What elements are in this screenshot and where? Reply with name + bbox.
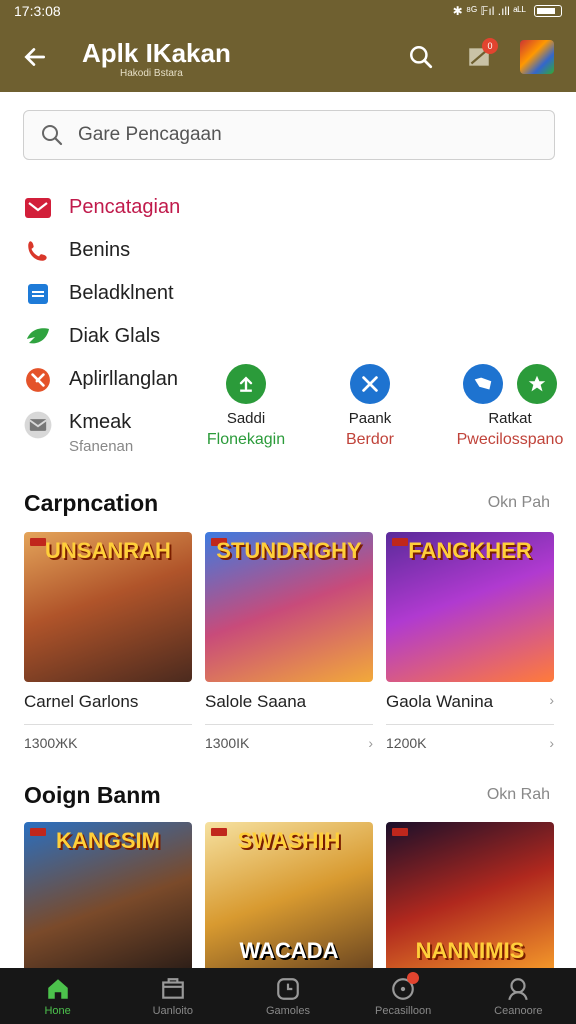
notification-badge: 0 <box>482 38 498 54</box>
profile-icon <box>508 977 529 1000</box>
game-cover-image: NANNIMIS <box>386 822 554 972</box>
menu-item-label: Benins <box>69 239 131 261</box>
nav-home[interactable]: Hone <box>8 976 108 1017</box>
cover-title: NANNIMIS <box>415 938 525 963</box>
menu-item-label: Pencatagian <box>69 196 181 218</box>
section-title: Carpncation <box>24 490 159 516</box>
home-icon <box>47 978 68 999</box>
search-button[interactable] <box>404 40 438 74</box>
battery-icon <box>534 5 562 17</box>
back-button[interactable] <box>18 40 52 74</box>
menu-item-benins[interactable]: Benins <box>24 229 284 272</box>
cover-title: KANGSIM <box>56 828 160 853</box>
see-more-link[interactable]: Okn Rah <box>487 786 550 804</box>
menu-item-label: Diak Glals <box>69 325 161 347</box>
quick-action-ratkat[interactable]: Ratkat Pwecilosspano <box>446 364 574 449</box>
game-card[interactable]: SWASHIH WACADA <box>205 822 373 972</box>
game-cover-image: STUNDRIGHY <box>205 532 373 682</box>
nav-gamoles[interactable]: Gamoles <box>238 976 338 1017</box>
nav-ceanoore[interactable]: Ceanoore <box>468 976 568 1017</box>
folder-icon <box>463 364 503 404</box>
status-icons: ✱ ⁸ᴳ 𝔽ıl .ıll ᵃᴸᴸ <box>452 4 526 18</box>
quick-action-label: Ratkat <box>488 410 532 427</box>
game-name: Salole Saana <box>205 692 307 711</box>
page-subtitle: Hakodi Bstara <box>120 68 183 79</box>
cover-subtitle: WACADA <box>239 938 339 963</box>
cover-title: SWASHIH <box>237 828 341 853</box>
quick-action-label: Paank <box>348 410 392 427</box>
shuffle-icon <box>350 364 390 404</box>
game-name: Carnel Garlons <box>24 692 139 711</box>
search-bar[interactable] <box>23 110 555 160</box>
game-cover-image: SWASHIH WACADA <box>205 822 373 972</box>
chevron-right-icon: › <box>549 692 554 708</box>
nav-label: Pecasilloon <box>375 1004 432 1017</box>
status-bar: 17:3:08 ✱ ⁸ᴳ 𝔽ıl .ıll ᵃᴸᴸ <box>0 0 576 22</box>
menu-item-pencatagian[interactable]: Pencatagian <box>24 186 284 229</box>
menu-item-beladklnent[interactable]: Beladklnent <box>24 272 284 315</box>
search-icon <box>410 46 433 69</box>
game-cover-image: KANGSIM <box>24 822 192 972</box>
bottom-navigation: Hone Uanloito Gamoles Pecasilloon Ceanoo… <box>0 968 576 1024</box>
game-name: Gaola Wanina <box>386 692 494 711</box>
nav-label: Hone <box>44 1004 71 1017</box>
quick-action-sublabel: Flonekagin <box>206 431 286 448</box>
search-input[interactable] <box>78 124 498 146</box>
compass-icon <box>24 366 52 394</box>
app-bar: Aplk IKakan Hakodi Bstara 0 <box>0 22 576 92</box>
cover-title: FANGKHER <box>408 538 532 563</box>
menu-item-sublabel: Sfanenan <box>69 438 134 455</box>
nav-label: Uanloito <box>152 1004 193 1017</box>
menu-item-label: Kmeak <box>69 411 132 433</box>
cover-title: UNSANRAH <box>45 538 171 563</box>
menu-item-label: Aplirllanglan <box>69 368 178 390</box>
game-downloads: 1300ЖK <box>24 735 78 751</box>
page-title: Aplk IKakan <box>82 38 231 68</box>
envelope-icon <box>24 411 52 439</box>
see-more-link[interactable]: Okn Pah <box>488 494 550 512</box>
arrow-left-icon <box>24 48 46 66</box>
profile-avatar-button[interactable] <box>520 40 554 74</box>
quick-action-paank[interactable]: Paank Berdor <box>320 364 420 449</box>
menu-item-diak-glals[interactable]: Diak Glals <box>24 315 284 358</box>
game-cover-image: FANGKHER <box>386 532 554 682</box>
nav-pecasilloon[interactable]: Pecasilloon <box>353 971 453 1017</box>
game-downloads: 1300IK <box>205 735 250 751</box>
game-card[interactable]: NANNIMIS <box>386 822 554 972</box>
notification-dot <box>407 971 420 984</box>
game-downloads: 1200K <box>386 735 427 751</box>
quick-action-sublabel: Pwecilosspano <box>456 431 564 448</box>
upload-icon <box>226 364 266 404</box>
nav-uanloito[interactable]: Uanloito <box>123 976 223 1017</box>
nav-label: Ceanoore <box>494 1004 543 1017</box>
chevron-right-icon: › <box>549 735 554 751</box>
search-icon <box>42 125 63 146</box>
phone-icon <box>24 237 52 265</box>
avatar <box>520 40 554 74</box>
card-icon <box>24 280 52 308</box>
status-time: 17:3:08 <box>14 3 61 19</box>
game-card[interactable]: UNSANRAH Carnel Garlons 1300ЖK <box>24 532 192 751</box>
clock-icon <box>277 977 299 1000</box>
game-card[interactable]: STUNDRIGHY Salole Saana 1300IK › <box>205 532 373 751</box>
quick-action-saddi[interactable]: Saddi Flonekagin <box>196 364 296 449</box>
menu-item-label: Beladklnent <box>69 282 174 304</box>
quick-action-sublabel: Berdor <box>345 431 395 448</box>
cover-title: STUNDRIGHY <box>216 538 362 563</box>
chevron-right-icon: › <box>368 735 373 751</box>
quick-action-label: Saddi <box>226 410 266 427</box>
game-cover-image: UNSANRAH <box>24 532 192 682</box>
cover-tag <box>392 828 408 836</box>
section-title: Ooign Banm <box>24 782 161 808</box>
nav-label: Gamoles <box>265 1004 310 1017</box>
game-card[interactable]: KANGSIM <box>24 822 192 972</box>
leaf-icon <box>24 323 52 351</box>
store-icon <box>161 977 184 999</box>
star-icon <box>517 364 557 404</box>
notifications-button[interactable]: 0 <box>462 38 498 74</box>
mail-icon <box>24 194 52 222</box>
game-card[interactable]: FANGKHER Gaola Wanina › 1200K › <box>386 532 554 751</box>
